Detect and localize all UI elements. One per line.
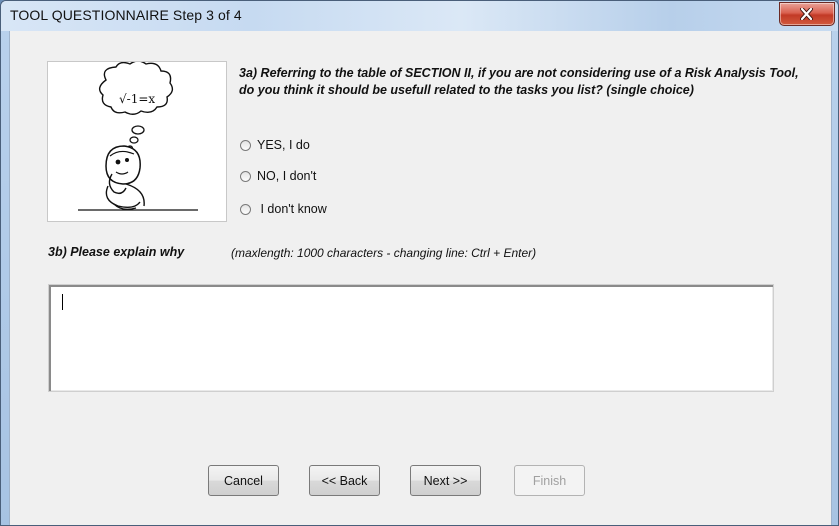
radio-label-yes: YES, I do bbox=[257, 138, 310, 152]
dialog-body: √-1=x 3a) Referring to the table of SECT… bbox=[9, 31, 832, 525]
question-3b-hint: (maxlength: 1000 characters - changing l… bbox=[231, 246, 537, 260]
radio-yes[interactable]: YES, I do bbox=[240, 136, 310, 154]
question-3a-text: 3a) Referring to the table of SECTION II… bbox=[239, 66, 799, 97]
questionnaire-window: TOOL QUESTIONNAIRE Step 3 of 4 √-1=x 3a)… bbox=[0, 0, 839, 526]
finish-button[interactable]: Finish bbox=[514, 465, 585, 496]
radio-label-no: NO, I don't bbox=[257, 169, 317, 183]
thinking-cartoon-icon: √-1=x bbox=[47, 60, 227, 222]
radio-label-dont-know: I don't know bbox=[257, 202, 327, 216]
radio-no[interactable]: NO, I don't bbox=[240, 167, 316, 185]
explanation-textarea[interactable] bbox=[48, 284, 774, 392]
radio-button-dont-know[interactable] bbox=[240, 203, 251, 215]
cancel-button[interactable]: Cancel bbox=[208, 465, 279, 496]
question-3b-label: 3b) Please explain why bbox=[48, 245, 185, 259]
text-caret bbox=[62, 294, 63, 310]
radio-button-yes[interactable] bbox=[240, 139, 251, 151]
radio-dont-know[interactable]: I don't know bbox=[240, 200, 327, 218]
close-button[interactable] bbox=[779, 2, 835, 26]
next-button[interactable]: Next >> bbox=[410, 465, 481, 496]
title-bar[interactable]: TOOL QUESTIONNAIRE Step 3 of 4 bbox=[1, 1, 838, 31]
thought-formula: √-1=x bbox=[119, 92, 155, 106]
radio-button-no[interactable] bbox=[240, 170, 251, 182]
close-icon bbox=[800, 8, 813, 20]
back-button[interactable]: << Back bbox=[309, 465, 380, 496]
window-title: TOOL QUESTIONNAIRE Step 3 of 4 bbox=[10, 7, 242, 23]
